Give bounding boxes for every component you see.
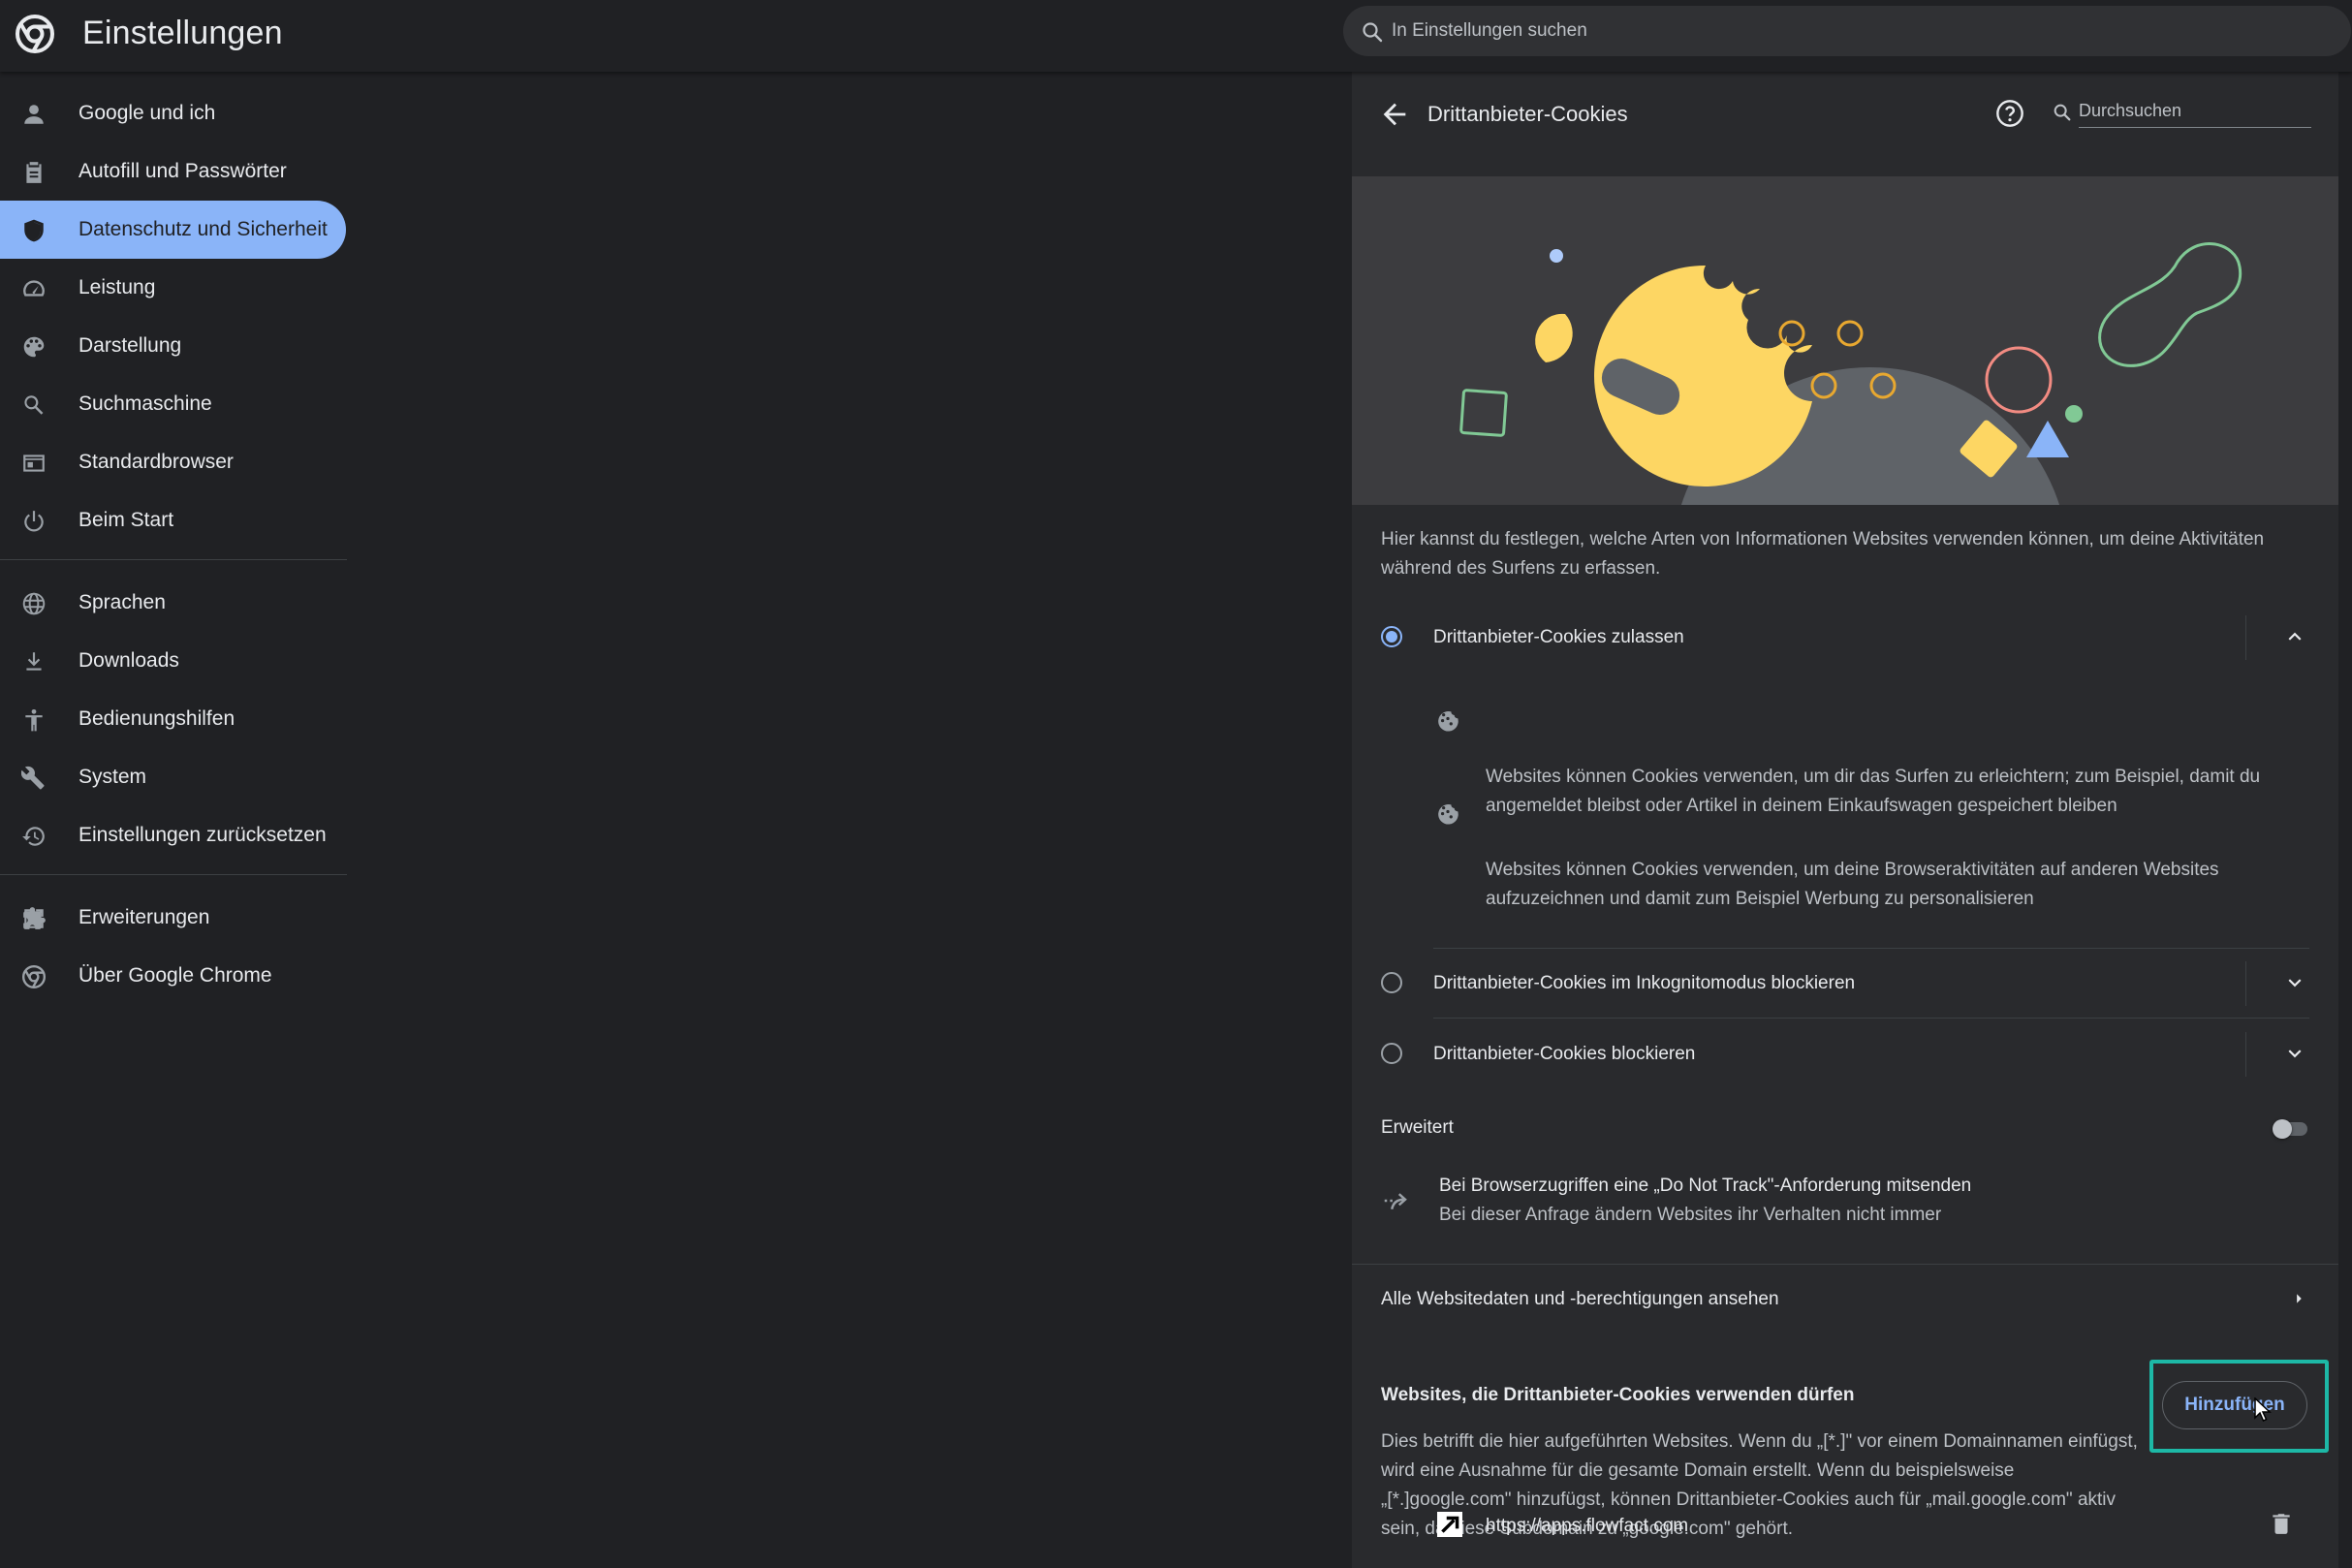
sidebar-item-label: Darstellung [78,334,182,357]
palette-icon [23,336,45,358]
option-label[interactable]: Drittanbieter-Cookies zulassen [1433,623,1684,652]
browser-window-icon [23,455,45,472]
person-icon [24,105,44,124]
cookie-icon [1438,710,1458,732]
site-favicon-icon [1437,1512,1462,1537]
download-icon [26,652,42,671]
dnt-subtitle: Bei dieser Anfrage ändern Websites ihr V… [1439,1205,1942,1225]
sidebar-item-suchmaschine[interactable]: Suchmaschine [0,375,346,433]
sidebar-item-label: Beim Start [78,509,174,531]
chevron-up-icon[interactable] [2282,624,2307,649]
top-bar: Einstellungen [0,0,2352,72]
restore-icon [22,827,45,846]
all-site-data-link: Alle Websitedaten und -berechtigungen an… [1381,1289,1779,1309]
app-title: Einstellungen [82,15,283,51]
chrome-logo-icon [16,15,54,53]
clipboard-icon [26,162,42,183]
advanced-heading: Erweitert [1381,1117,1454,1138]
divider [2245,1032,2246,1077]
sidebar-item-label: System [78,766,147,788]
sidebar-item-leistung[interactable]: Leistung [0,259,346,317]
do-not-track-icon [1384,1193,1407,1210]
allowed-sites-heading: Websites, die Drittanbieter-Cookies verw… [1381,1385,1855,1405]
page-title: Drittanbieter-Cookies [1427,102,1628,126]
option-detail: Websites können Cookies verwenden, um di… [1486,767,2261,816]
sidebar-item-label: Datenschutz und Sicherheit [78,218,328,240]
settings-search-box[interactable] [1343,6,2351,56]
chrome-logo-icon [21,964,47,989]
shield-icon [24,219,44,242]
sidebar-item-label: Einstellungen zurücksetzen [78,824,327,846]
sidebar-item-label: Downloads [78,649,179,672]
sidebar-item-downloads[interactable]: Downloads [0,632,346,690]
toggle-knob [2273,1119,2292,1139]
sidebar-item-autofill[interactable]: Autofill und Passwörter [0,142,346,201]
chevron-right-icon [2297,1294,2302,1303]
sidebar-item-ueber-chrome[interactable]: Über Google Chrome [0,947,346,1005]
radio-allow-third-party[interactable] [1381,626,1402,647]
mouse-cursor-icon [2254,1397,2272,1423]
allowed-site-row: https://apps.flowfact.com [1352,1496,2338,1554]
divider [1433,1018,2309,1019]
sidebar-item-label: Bedienungshilfen [78,707,235,730]
power-icon [24,511,44,532]
sidebar-item-erweiterungen[interactable]: Erweiterungen [0,889,346,947]
sidebar-item-label: Suchmaschine [78,392,212,415]
settings-search-input[interactable] [1392,14,2264,48]
chevron-down-icon[interactable] [2282,970,2307,995]
sidebar-item-system[interactable]: System [0,748,346,806]
search-icon [24,395,44,415]
sidebar-item-standardbrowser[interactable]: Standardbrowser [0,433,346,491]
sidebar-item-label: Standardbrowser [78,451,234,473]
sidebar-nav: Google und ich Autofill und Passwörter D… [0,72,349,1568]
back-arrow-icon[interactable] [1378,98,1411,131]
accessibility-icon [25,708,43,732]
sidebar-item-label: Autofill und Passwörter [78,160,287,182]
cookies-description: Hier kannst du festlegen, welche Arten v… [1381,529,2265,579]
cookies-settings-panel: Drittanbieter-Cookies Durchsuchen Hier k… [1352,72,2338,1568]
sidebar-divider [0,559,347,560]
sidebar-divider [0,874,347,875]
divider [2245,961,2246,1006]
site-url: https://apps.flowfact.com [1486,1516,1689,1536]
cookie-icon [1438,803,1458,825]
dnt-toggle[interactable] [2273,1117,2309,1139]
option-label[interactable]: Drittanbieter-Cookies blockieren [1433,1040,1695,1069]
option-label[interactable]: Drittanbieter-Cookies im Inkognitomodus … [1433,969,1855,998]
sidebar-item-google-und-ich[interactable]: Google und ich [0,84,346,142]
sidebar-item-datenschutz[interactable]: Datenschutz und Sicherheit [0,201,346,259]
sidebar-item-sprachen[interactable]: Sprachen [0,574,346,632]
panel-search-input[interactable] [2079,95,2311,128]
add-site-button[interactable]: Hinzufügen [2162,1381,2307,1429]
radio-block-third-party[interactable] [1381,1043,1402,1064]
sidebar-item-label: Über Google Chrome [78,964,272,987]
option-detail: Websites können Cookies verwenden, um de… [1486,860,2219,909]
panel-header: Drittanbieter-Cookies [1352,72,2338,176]
cookie-illustration-graphic [1459,242,2242,505]
open-in-new-icon [24,909,44,928]
search-icon [2054,104,2071,121]
delete-icon[interactable] [2269,1511,2294,1536]
speedometer-icon [23,280,45,297]
divider [2245,615,2246,660]
search-icon [1363,22,1383,43]
globe-icon [22,592,46,615]
sidebar-item-label: Erweiterungen [78,906,210,928]
sidebar-item-zuruecksetzen[interactable]: Einstellungen zurücksetzen [0,806,346,864]
sidebar-item-label: Google und ich [78,102,216,124]
divider [1433,948,2309,949]
dnt-title: Bei Browserzugriffen eine „Do Not Track"… [1439,1176,1972,1196]
cookies-illustration [1352,176,2338,505]
all-site-data-row[interactable]: Alle Websitedaten und -berechtigungen an… [1352,1265,2338,1334]
sidebar-item-label: Sprachen [78,591,166,613]
sidebar-item-beim-start[interactable]: Beim Start [0,491,346,549]
chevron-down-icon[interactable] [2282,1041,2307,1066]
wrench-icon [21,766,45,790]
sidebar-item-bedienungshilfen[interactable]: Bedienungshilfen [0,690,346,748]
sidebar-item-darstellung[interactable]: Darstellung [0,317,346,375]
sidebar-item-label: Leistung [78,276,156,298]
help-icon[interactable] [1994,98,2025,129]
radio-block-incognito[interactable] [1381,972,1402,993]
